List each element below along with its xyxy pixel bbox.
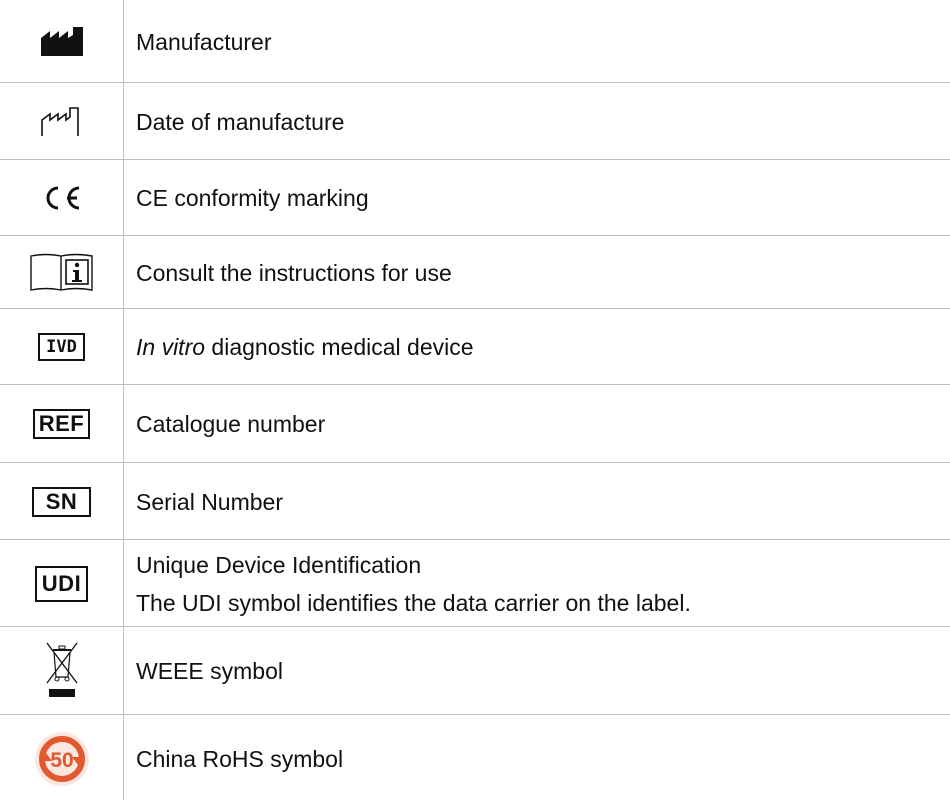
description-cell: Serial Number bbox=[136, 463, 940, 540]
description-italic-text: In vitro bbox=[136, 334, 206, 360]
table-row: WEEE symbol bbox=[0, 627, 950, 715]
description-cell: China RoHS symbol bbox=[136, 715, 940, 803]
description-cell: Manufacturer bbox=[136, 0, 940, 83]
table-row: IVD In vitro diagnostic medical device bbox=[0, 309, 950, 385]
ce-marking-icon bbox=[46, 186, 79, 210]
table-row: Manufacturer bbox=[0, 0, 950, 83]
description-cell: CE conformity marking bbox=[136, 160, 940, 236]
description-rest-text: diagnostic medical device bbox=[205, 334, 474, 360]
description-cell: Consult the instructions for use bbox=[136, 236, 940, 309]
description-text: Date of manufacture bbox=[136, 108, 345, 135]
description-text: Consult the instructions for use bbox=[136, 259, 452, 286]
table-row: REF Catalogue number bbox=[0, 385, 950, 463]
sn-icon: SN bbox=[31, 486, 92, 517]
description-text: Catalogue number bbox=[136, 411, 326, 437]
description-cell: Date of manufacture bbox=[136, 83, 940, 160]
symbol-cell bbox=[0, 236, 123, 309]
symbol-cell bbox=[0, 83, 123, 160]
description-text: In vitro diagnostic medical device bbox=[136, 328, 940, 366]
description-text: WEEE symbol bbox=[136, 658, 283, 684]
table-row: 50 China RoHS symbol bbox=[0, 715, 950, 803]
symbol-cell bbox=[0, 0, 123, 83]
symbol-cell: SN bbox=[0, 463, 123, 540]
symbol-cell: IVD bbox=[0, 309, 123, 385]
ref-icon: REF bbox=[32, 409, 91, 439]
udi-icon: UDI bbox=[34, 565, 89, 602]
description-cell: In vitro diagnostic medical device bbox=[136, 309, 940, 385]
symbol-cell: 50 bbox=[0, 715, 123, 803]
symbol-cell bbox=[0, 627, 123, 715]
description-text: Serial Number bbox=[136, 488, 283, 515]
table-row: Date of manufacture bbox=[0, 83, 950, 160]
symbol-cell: REF bbox=[0, 385, 123, 463]
weee-icon bbox=[45, 642, 78, 697]
instructions-for-use-icon bbox=[29, 253, 93, 291]
manufacturer-icon bbox=[40, 26, 83, 56]
china-rohs-icon: 50 bbox=[34, 732, 89, 786]
description-subtext: The UDI symbol identifies the data carri… bbox=[136, 589, 691, 616]
symbol-cell bbox=[0, 160, 123, 236]
symbol-cell: UDI bbox=[0, 540, 123, 627]
table-row: SN Serial Number bbox=[0, 463, 950, 540]
ivd-icon: IVD bbox=[38, 333, 85, 361]
description-cell: Unique Device Identification The UDI sym… bbox=[136, 540, 940, 627]
rohs-number-text: 50 bbox=[50, 749, 73, 772]
table-row: CE conformity marking bbox=[0, 160, 950, 236]
description-cell: Catalogue number bbox=[136, 385, 940, 463]
description-text: Manufacturer bbox=[136, 28, 272, 55]
description-text: Unique Device Identification bbox=[136, 551, 422, 578]
description-cell: WEEE symbol bbox=[136, 627, 940, 715]
date-of-manufacture-icon bbox=[40, 106, 79, 136]
table-row: UDI Unique Device Identification The UDI… bbox=[0, 540, 950, 627]
description-text: CE conformity marking bbox=[136, 185, 369, 211]
description-text: China RoHS symbol bbox=[136, 746, 344, 772]
table-row: Consult the instructions for use bbox=[0, 236, 950, 309]
